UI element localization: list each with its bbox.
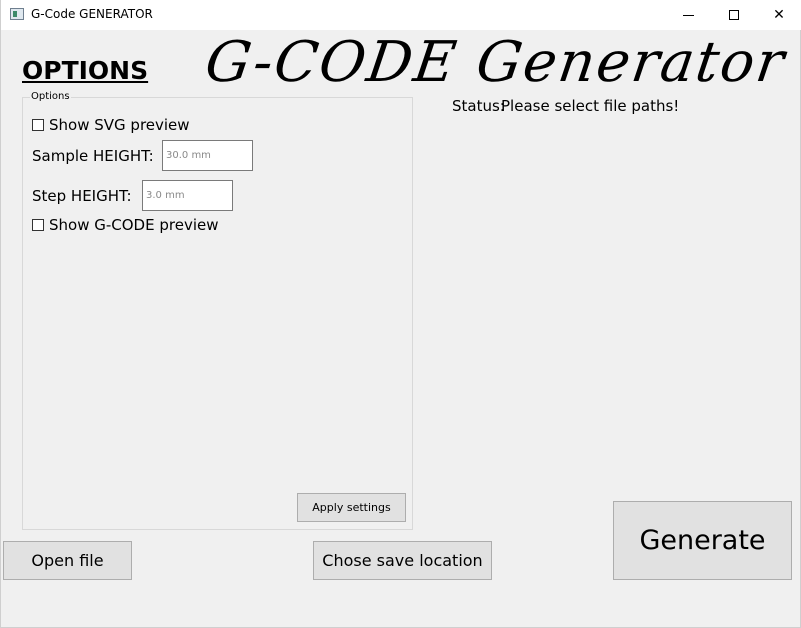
sample-height-input[interactable] (162, 140, 253, 171)
show-gcode-preview-label: Show G-CODE preview (49, 216, 219, 234)
options-group-legend: Options (30, 91, 71, 102)
open-file-button[interactable]: Open file (3, 541, 132, 580)
generate-button[interactable]: Generate (613, 501, 792, 580)
apply-settings-button[interactable]: Apply settings (297, 493, 406, 522)
app-title: G-CODE Generator (201, 30, 790, 95)
status-label: Status: (452, 97, 505, 115)
step-height-input[interactable] (142, 180, 233, 211)
show-svg-preview-row[interactable]: Show SVG preview (32, 116, 190, 134)
show-gcode-preview-row[interactable]: Show G-CODE preview (32, 216, 218, 234)
app-icon (10, 8, 24, 20)
minimize-button[interactable] (665, 0, 711, 30)
sample-height-label: Sample HEIGHT: (32, 147, 154, 165)
close-icon: ✕ (773, 7, 785, 23)
status-text: Please select file paths! (501, 97, 680, 115)
show-svg-preview-checkbox[interactable] (32, 119, 44, 131)
app-window: G-Code GENERATOR ✕ OPTIONS G-CODE Genera… (0, 0, 801, 628)
options-heading: OPTIONS (22, 56, 149, 85)
show-gcode-preview-checkbox[interactable] (32, 219, 44, 231)
minimize-icon (682, 14, 694, 16)
maximize-icon (729, 10, 739, 20)
step-height-label: Step HEIGHT: (32, 187, 132, 205)
save-location-button[interactable]: Chose save location (313, 541, 492, 580)
maximize-button[interactable] (711, 0, 757, 30)
title-bar: G-Code GENERATOR ✕ (1, 0, 801, 30)
window-title: G-Code GENERATOR (31, 7, 153, 21)
show-svg-preview-label: Show SVG preview (49, 116, 190, 134)
close-button[interactable]: ✕ (756, 0, 801, 30)
